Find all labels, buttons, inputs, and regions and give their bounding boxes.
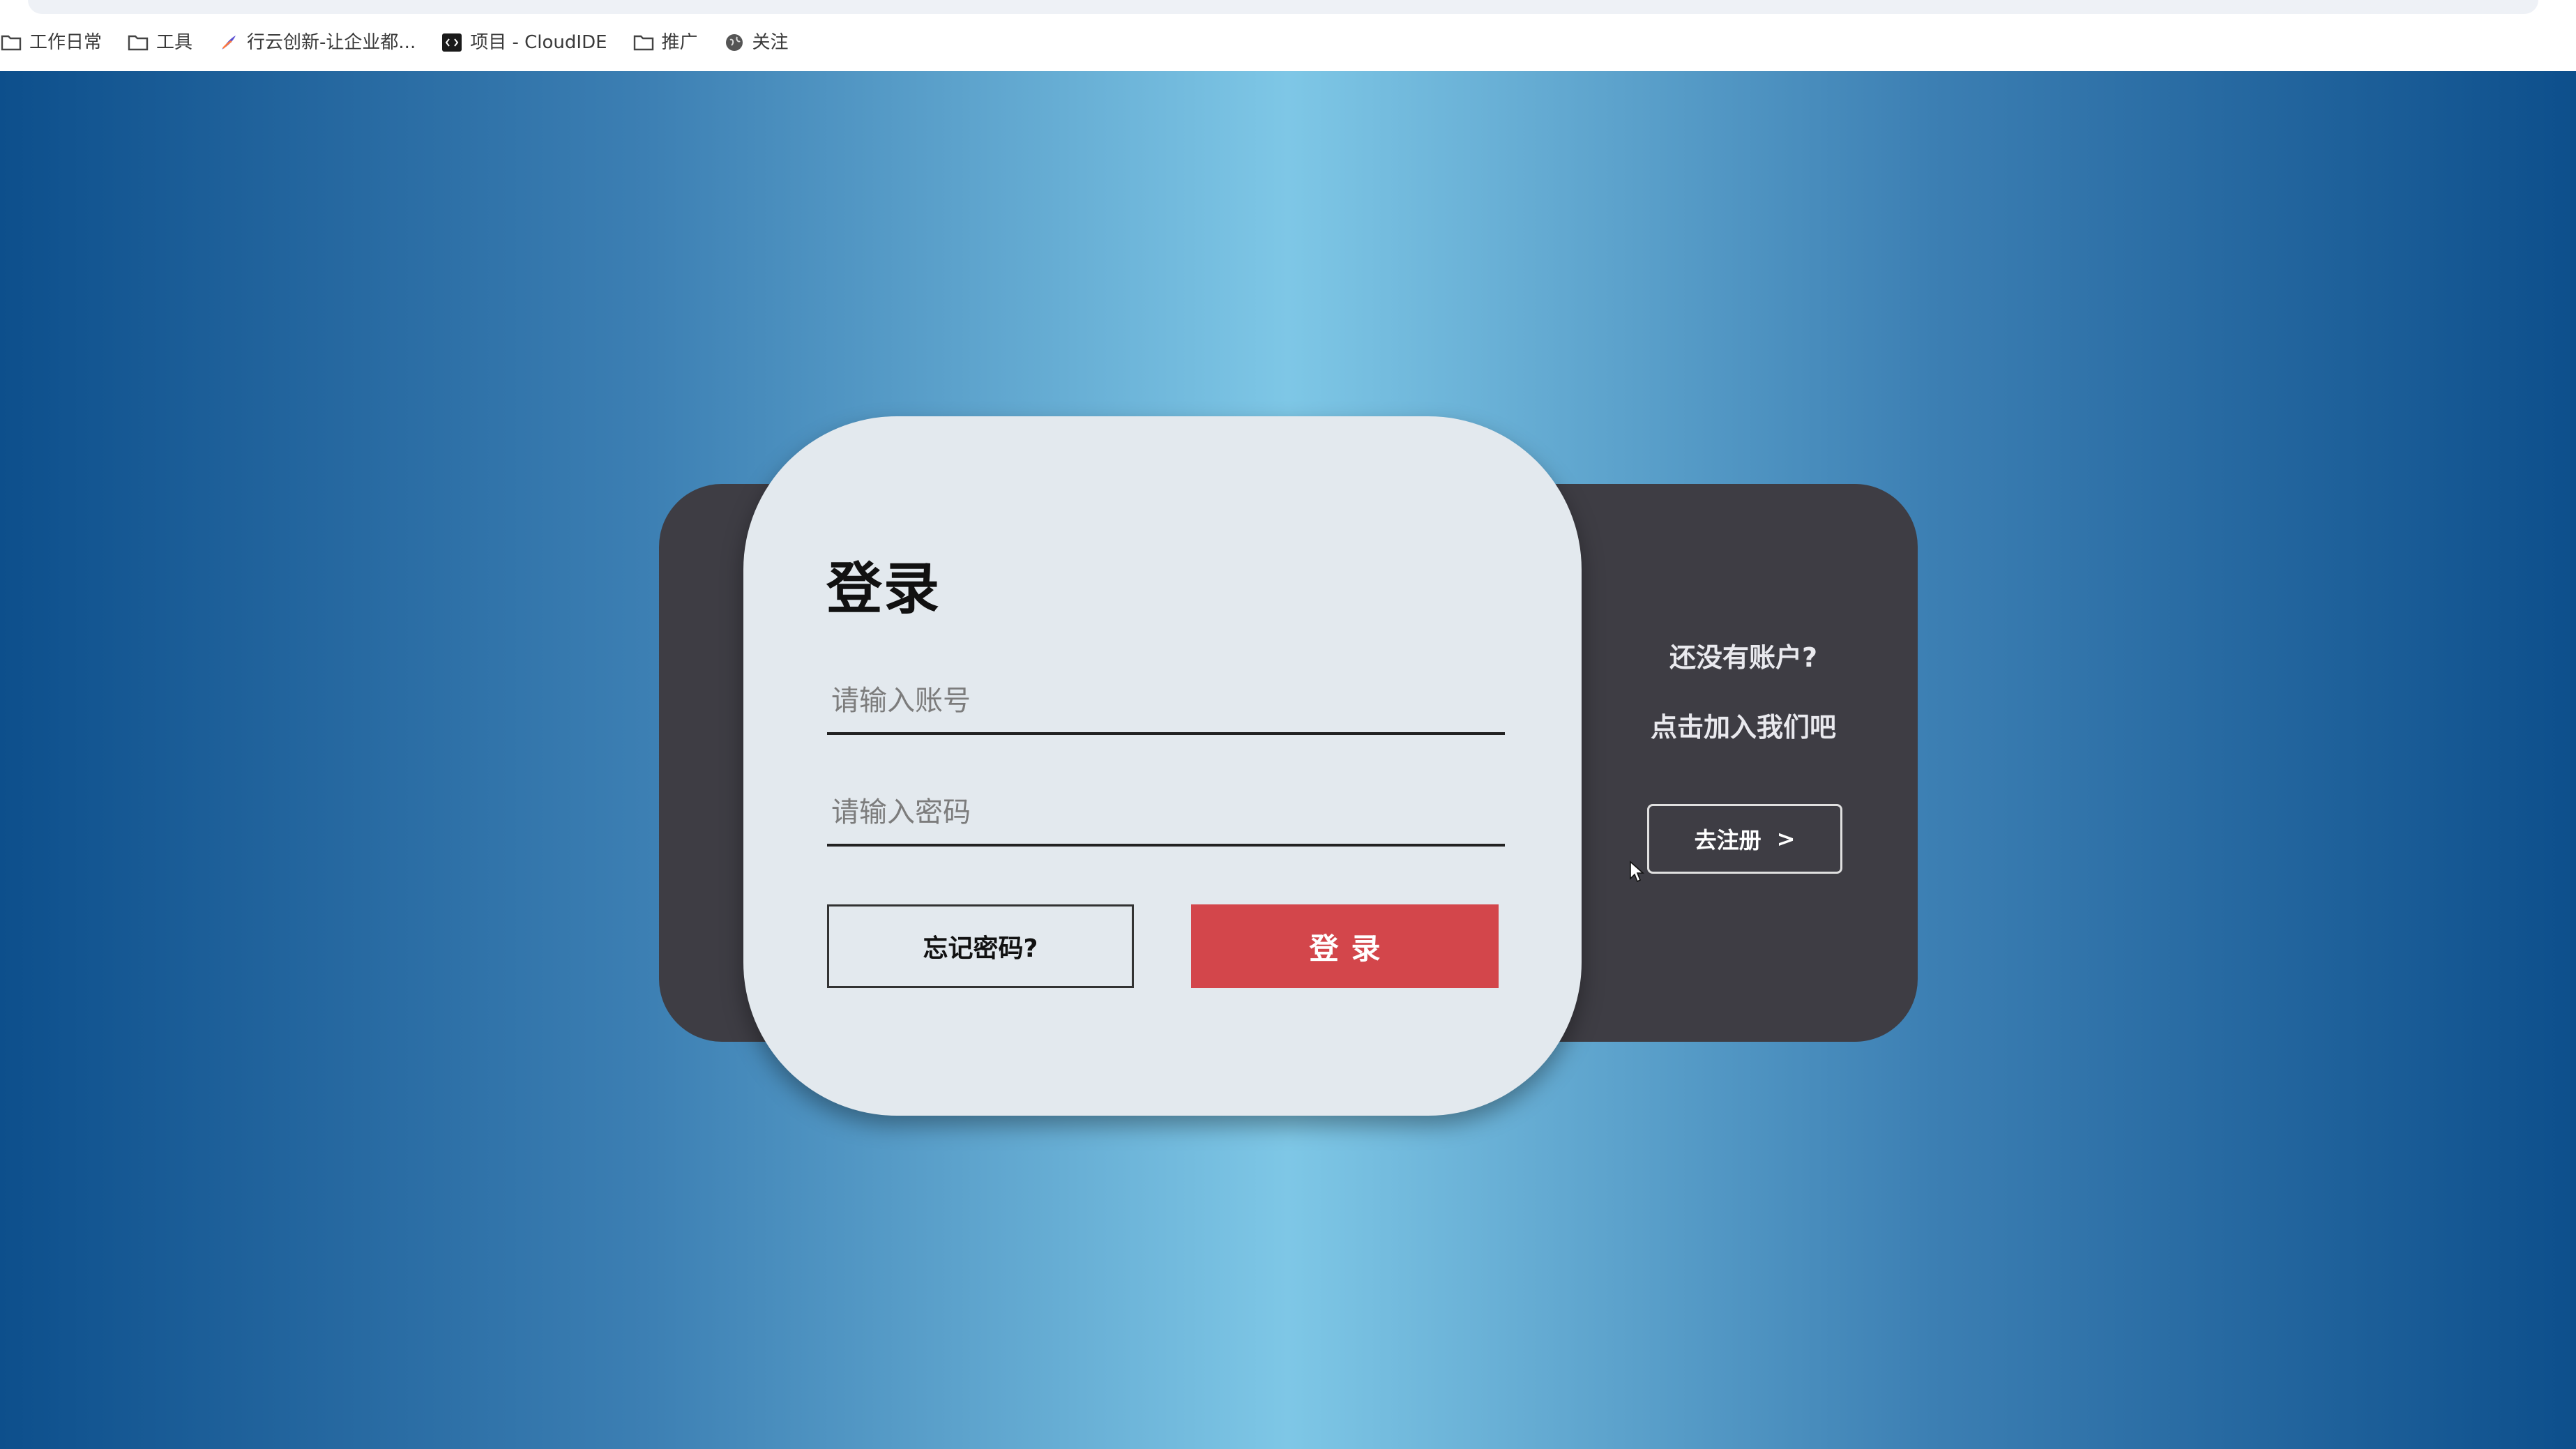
join-us-text: 点击加入我们吧 (1650, 712, 1836, 743)
globe-icon (723, 31, 745, 54)
code-logo-icon (441, 31, 463, 54)
login-button[interactable]: 登录 (1191, 904, 1499, 988)
password-field[interactable] (827, 781, 1505, 847)
login-card (743, 416, 1582, 1116)
mouse-cursor-icon (1630, 860, 1645, 883)
bookmark-label: 项目 - CloudIDE (470, 32, 607, 53)
bookmarks-bar: 工作日常 工具 行云创新-让企业都... 项目 - CloudIDE 推广 关注 (0, 14, 2576, 71)
register-label: 去注册 (1694, 827, 1761, 854)
address-bar-strip (28, 0, 2538, 14)
password-input[interactable] (827, 781, 1505, 844)
bookmark-tools[interactable]: 工具 (127, 31, 192, 54)
login-title: 登录 (826, 556, 941, 621)
account-field[interactable] (827, 669, 1505, 735)
bookmark-label: 行云创新-让企业都... (247, 32, 416, 53)
folder-icon (127, 31, 149, 54)
bookmark-work-daily[interactable]: 工作日常 (0, 31, 102, 54)
bookmark-label: 工具 (156, 32, 193, 53)
bookmark-label: 关注 (752, 32, 789, 53)
bookmark-label: 推广 (661, 32, 698, 53)
bookmark-xingyun[interactable]: 行云创新-让企业都... (218, 31, 416, 54)
account-input[interactable] (827, 669, 1505, 732)
bookmark-label: 工作日常 (29, 32, 103, 53)
bookmark-follow[interactable]: 关注 (723, 31, 789, 54)
go-register-button[interactable]: 去注册 > (1647, 804, 1842, 874)
no-account-question: 还没有账户? (1669, 642, 1818, 673)
forgot-password-button[interactable]: 忘记密码? (827, 904, 1134, 988)
folder-icon (632, 31, 655, 54)
folder-icon (0, 31, 22, 54)
bookmark-cloudide[interactable]: 项目 - CloudIDE (441, 31, 607, 54)
chevron-right-icon: > (1776, 826, 1796, 852)
feather-logo-icon (218, 31, 240, 54)
bookmark-promotion[interactable]: 推广 (632, 31, 698, 54)
